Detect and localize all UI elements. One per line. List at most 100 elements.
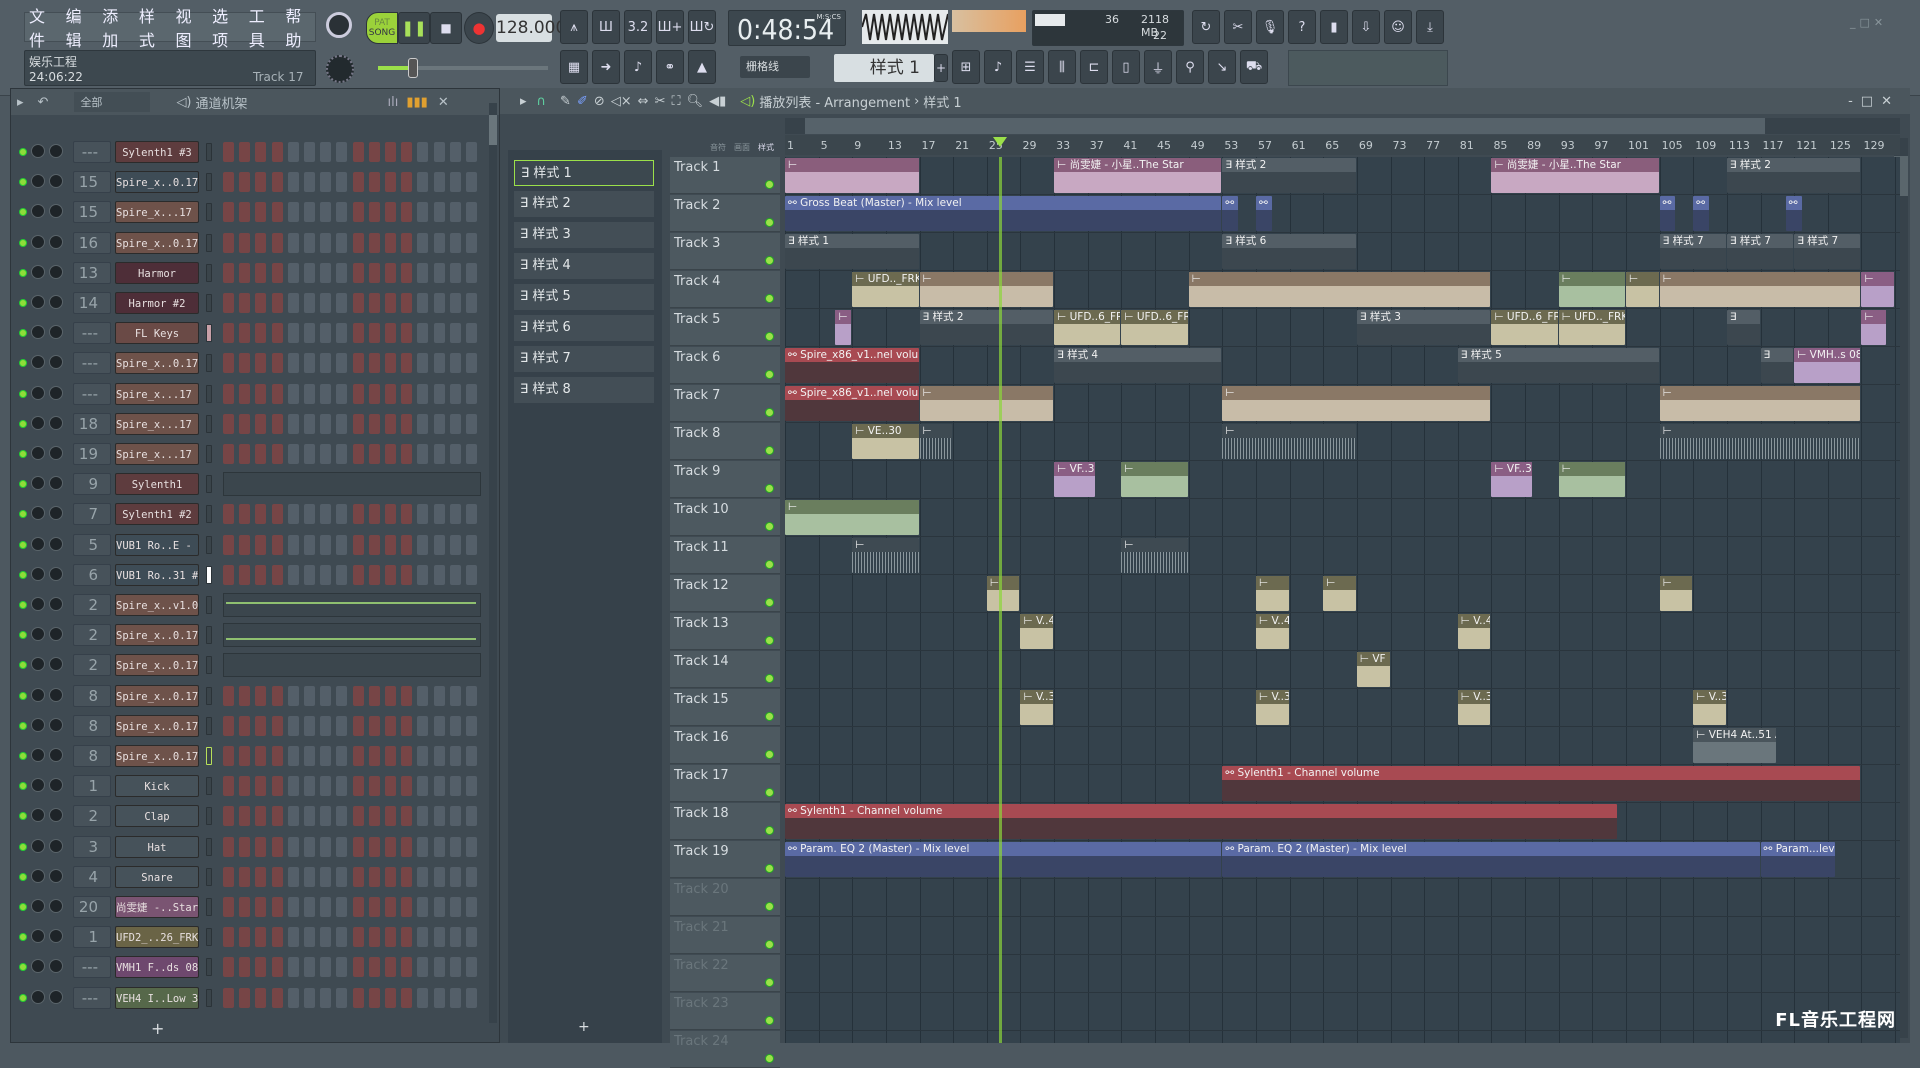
step-button[interactable] (449, 262, 461, 283)
step-button[interactable] (417, 504, 429, 525)
playlist-clip[interactable]: ∃ 样式 5 (1457, 348, 1659, 383)
step-button[interactable] (385, 293, 396, 313)
channel-name-button[interactable]: Spire_x..0.17 #8 (115, 171, 199, 194)
pan-knob[interactable] (31, 446, 45, 460)
mixer-track-number[interactable]: 13 (73, 261, 111, 284)
step-button[interactable] (466, 172, 477, 193)
step-button[interactable] (368, 836, 380, 857)
step-button[interactable] (417, 142, 429, 162)
playlist-clip[interactable]: ⊢ VMH..s 082 (1794, 348, 1861, 383)
step-button[interactable] (287, 564, 299, 585)
track-mute-led[interactable] (765, 1016, 774, 1025)
step-button[interactable] (223, 927, 234, 948)
step-button[interactable] (239, 715, 251, 736)
step-button[interactable] (336, 504, 348, 525)
link-icon[interactable]: ⚭ (656, 50, 684, 84)
step-button[interactable] (336, 383, 348, 404)
undo-icon[interactable]: ↻ (1192, 10, 1220, 44)
track-mute-led[interactable] (765, 864, 774, 873)
step-button[interactable] (336, 202, 348, 223)
mixer-track-number[interactable]: 4 (73, 865, 111, 888)
step-button[interactable] (449, 504, 461, 525)
step-button[interactable] (271, 262, 283, 283)
playlist-clip[interactable]: ⚯ (1693, 196, 1710, 231)
volume-knob[interactable] (49, 204, 63, 219)
step-button[interactable] (336, 142, 348, 162)
pan-knob[interactable] (31, 264, 45, 279)
channel-name-button[interactable]: Spire_x...17 #11 (115, 412, 199, 435)
track-header[interactable]: Track 8 (670, 423, 780, 460)
mixer-track-number[interactable]: 2 (73, 805, 111, 828)
step-button[interactable] (385, 202, 396, 223)
step-button[interactable] (336, 957, 348, 978)
step-button[interactable] (336, 444, 348, 464)
step-button[interactable] (466, 202, 477, 223)
step-button[interactable] (336, 806, 348, 827)
step-button[interactable] (287, 202, 299, 223)
mixer-track-number[interactable]: 8 (73, 745, 111, 767)
channel-select[interactable] (206, 928, 212, 947)
step-button[interactable] (466, 806, 477, 827)
step-button[interactable] (255, 504, 267, 525)
step-button[interactable] (449, 323, 461, 344)
step-button[interactable] (223, 897, 234, 917)
channel-name-button[interactable]: UFD2_..26_FRK (115, 926, 199, 949)
step-button[interactable] (385, 987, 396, 1008)
channel-filter[interactable]: 全部 (74, 92, 151, 112)
track-mute-led[interactable] (765, 484, 774, 493)
menu-file[interactable]: 文件 (29, 3, 59, 51)
mute-led[interactable] (19, 721, 27, 730)
master-pitch-knob[interactable] (326, 55, 354, 83)
step-button[interactable] (417, 685, 429, 706)
playlist-clip[interactable]: ⊢ V..3 (1457, 690, 1491, 725)
channel-name-button[interactable]: Spire_x..v1.0.17 (115, 594, 199, 616)
step-button[interactable] (417, 413, 429, 434)
playlist-clip[interactable]: ⊢ (919, 424, 953, 459)
step-button[interactable] (239, 866, 251, 887)
pan-knob[interactable] (31, 929, 45, 944)
step-button[interactable] (466, 534, 477, 555)
step-button[interactable] (449, 866, 461, 887)
step-button[interactable] (336, 927, 348, 948)
playlist-clip[interactable]: ∃ 样式 6 (1222, 234, 1356, 269)
step-button[interactable] (368, 323, 380, 344)
step-button[interactable] (433, 504, 445, 525)
step-button[interactable] (320, 142, 332, 162)
step-button[interactable] (239, 383, 251, 404)
step-button[interactable] (287, 987, 299, 1008)
step-button[interactable] (304, 232, 315, 253)
step-button[interactable] (449, 293, 461, 313)
step-button[interactable] (304, 142, 315, 162)
pan-knob[interactable] (31, 536, 45, 551)
step-button[interactable] (401, 897, 413, 917)
volume-knob[interactable] (49, 234, 63, 249)
step-button[interactable] (223, 172, 234, 193)
step-button[interactable] (304, 776, 315, 797)
step-button[interactable] (287, 504, 299, 525)
step-button[interactable] (239, 262, 251, 283)
step-button[interactable] (417, 715, 429, 736)
track-mute-led[interactable] (765, 446, 774, 455)
step-button[interactable] (255, 534, 267, 555)
mixer-track-number[interactable]: 6 (73, 563, 111, 586)
step-button[interactable] (401, 142, 413, 162)
step-button[interactable] (336, 323, 348, 344)
playlist-clip[interactable]: ⊢ (835, 310, 852, 345)
step-button[interactable] (304, 564, 315, 585)
add-channel-button[interactable]: + (151, 1019, 164, 1038)
step-button[interactable] (417, 987, 429, 1008)
step-button[interactable] (239, 444, 251, 464)
step-button[interactable] (223, 746, 234, 766)
volume-knob[interactable] (49, 687, 63, 702)
playlist-clip[interactable]: ∃ 样式 1 (785, 234, 919, 269)
channel-name-button[interactable]: Spire_x..0.17 #7 (115, 352, 199, 375)
step-button[interactable] (304, 262, 315, 283)
step-button[interactable] (385, 142, 396, 162)
playlist-clip[interactable]: ∃ (1760, 348, 1794, 383)
playlist-clip[interactable]: ⚯ Spire_x86_v1..nel volume (785, 386, 919, 421)
master-volume-knob[interactable] (326, 12, 352, 38)
step-button[interactable] (255, 564, 267, 585)
pan-knob[interactable] (31, 657, 45, 672)
track-header[interactable]: Track 7 (670, 385, 780, 422)
step-button[interactable] (466, 685, 477, 706)
